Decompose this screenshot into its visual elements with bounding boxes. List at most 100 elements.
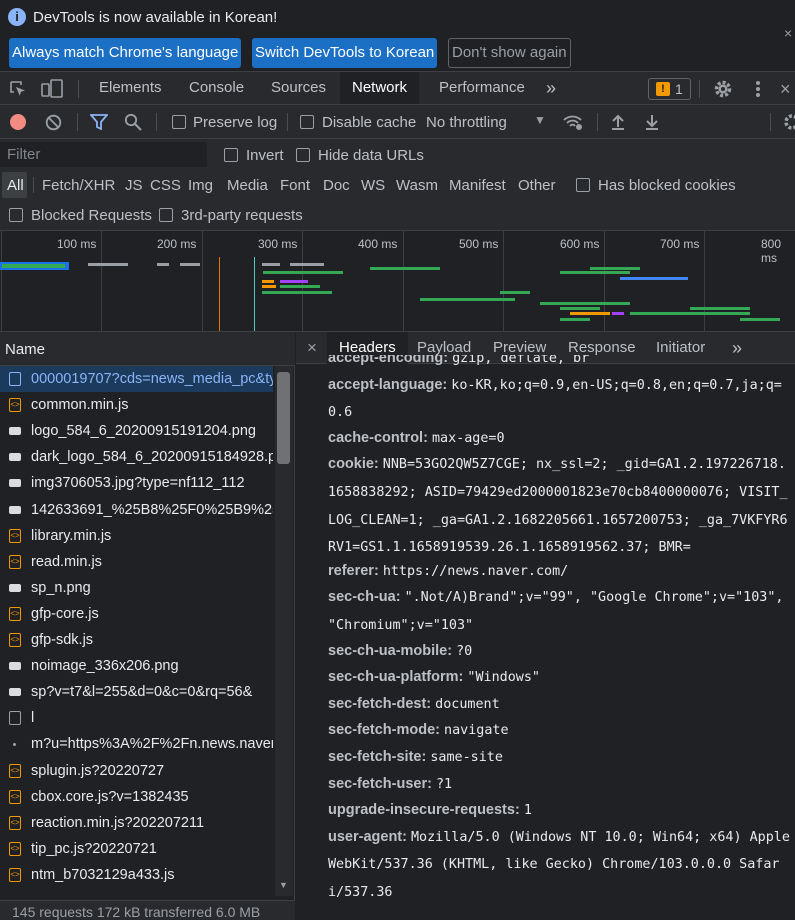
header-name: cookie: xyxy=(328,456,379,473)
request-row[interactable]: noimage_336x206.png xyxy=(0,653,273,679)
overview-bar xyxy=(630,312,750,315)
request-row[interactable]: <> library.min.js xyxy=(0,523,273,549)
tab-console[interactable]: Console xyxy=(189,72,244,104)
timeline-grid-line xyxy=(704,231,705,331)
blocked-requests-checkbox[interactable] xyxy=(9,208,23,222)
invert-checkbox[interactable] xyxy=(224,148,238,162)
script-file-icon: <> xyxy=(9,633,21,647)
tab-performance[interactable]: Performance xyxy=(439,72,525,104)
request-row[interactable]: dark_logo_584_6_20200915184928.png xyxy=(0,444,273,470)
header-entry: sec-ch-ua-platform: "Windows" xyxy=(328,664,790,692)
header-name: sec-ch-ua-mobile: xyxy=(328,642,453,659)
overview-bar xyxy=(180,263,200,266)
preserve-log-checkbox[interactable] xyxy=(172,115,186,129)
throttling-select[interactable]: No throttling xyxy=(426,114,507,131)
dont-show-again-button[interactable]: Don't show again xyxy=(448,38,571,68)
hide-data-urls-checkbox[interactable] xyxy=(296,148,310,162)
filter-type-fetch-xhr[interactable]: Fetch/XHR xyxy=(42,177,115,194)
request-row[interactable]: 0000019707?cds=news_media_pc&type xyxy=(0,366,273,392)
filter-input[interactable]: Filter xyxy=(0,142,207,167)
request-name: sp?v=t7&l=255&d=0&c=0&rq=56& xyxy=(31,684,253,701)
settings-gear-icon[interactable] xyxy=(713,79,733,99)
export-har-icon[interactable] xyxy=(644,113,660,131)
request-row[interactable]: 142633691_%25B8%25F0%25B9%25E xyxy=(0,497,273,523)
network-overview-timeline[interactable]: 100 ms 200 ms 300 ms 400 ms 500 ms 600 m… xyxy=(0,231,795,332)
status-bar: 145 requests 172 kB transferred 6.0 MB xyxy=(0,900,295,920)
request-row[interactable]: img3706053.jpg?type=nf112_112 xyxy=(0,470,273,496)
timeline-grid-line xyxy=(202,231,203,331)
request-row[interactable]: sp_n.png xyxy=(0,575,273,601)
script-file-icon: <> xyxy=(9,815,21,830)
filter-type-ws[interactable]: WS xyxy=(361,177,385,194)
timeline-grid-line xyxy=(503,231,504,331)
request-row[interactable]: m?u=https%3A%2F%2Fn.news.naver. xyxy=(0,731,273,757)
image-file-icon xyxy=(9,662,21,671)
close-devtools-icon[interactable]: × xyxy=(780,79,791,100)
script-file-icon: <> xyxy=(9,867,21,882)
request-row[interactable]: <> reaction.min.js?202207211 xyxy=(0,810,273,836)
request-name: read.min.js xyxy=(31,553,102,570)
always-match-language-button[interactable]: Always match Chrome's language xyxy=(9,38,242,68)
timeline-grid-line xyxy=(101,231,102,331)
search-icon[interactable] xyxy=(124,113,142,131)
import-har-icon[interactable] xyxy=(610,113,626,131)
header-value: "Windows" xyxy=(467,670,540,686)
status-summary: 145 requests 172 kB transferred 6.0 MB xyxy=(12,904,261,920)
header-name: sec-ch-ua: xyxy=(328,589,401,606)
tab-elements[interactable]: Elements xyxy=(99,72,162,104)
header-entry: accept-language: ko-KR,ko;q=0.9,en-US;q=… xyxy=(328,372,790,427)
issues-button[interactable]: ! 1 xyxy=(648,78,691,100)
header-entry: sec-fetch-mode: navigate xyxy=(328,717,790,745)
filter-type-css[interactable]: CSS xyxy=(150,177,181,194)
request-row[interactable]: <> ntm_b7032129a433.js xyxy=(0,862,273,888)
name-column-header[interactable]: Name xyxy=(0,332,295,366)
chevron-down-icon[interactable]: ▼ xyxy=(534,113,546,127)
switch-to-korean-button[interactable]: Switch DevTools to Korean xyxy=(252,38,438,68)
has-blocked-cookies-checkbox[interactable] xyxy=(576,178,590,192)
filter-type-media[interactable]: Media xyxy=(227,177,268,194)
disable-cache-checkbox[interactable] xyxy=(300,115,314,129)
close-icon[interactable]: × xyxy=(784,25,792,41)
request-row[interactable]: l xyxy=(0,705,273,731)
request-row[interactable]: <> gfp-sdk.js xyxy=(0,627,273,653)
third-party-requests-label: 3rd-party requests xyxy=(181,207,303,224)
script-file-icon: <> xyxy=(9,528,21,543)
record-icon[interactable] xyxy=(10,114,26,130)
timeline-tick: 800 ms xyxy=(761,237,782,265)
device-toolbar-icon[interactable] xyxy=(41,79,63,99)
filter-type-doc[interactable]: Doc xyxy=(323,177,350,194)
more-options-icon[interactable] xyxy=(754,80,762,98)
third-party-requests-checkbox[interactable] xyxy=(159,208,173,222)
request-row[interactable]: <> tip_pc.js?20220721 xyxy=(0,836,273,862)
filter-icon[interactable] xyxy=(90,114,108,130)
filter-type-other[interactable]: Other xyxy=(518,177,556,194)
request-name: 0000019707?cds=news_media_pc&type xyxy=(31,371,273,387)
filter-type-js[interactable]: JS xyxy=(125,177,143,194)
header-name: accept-encoding: xyxy=(328,355,449,366)
header-entry: sec-ch-ua-mobile: ?0 xyxy=(328,638,790,666)
request-row[interactable]: <> common.min.js xyxy=(0,392,273,418)
request-row[interactable]: <> splugin.js?20220727 xyxy=(0,758,273,784)
request-row[interactable]: <> gfp-core.js xyxy=(0,601,273,627)
scrollbar-thumb[interactable] xyxy=(277,372,290,464)
inspect-element-icon[interactable] xyxy=(9,80,27,98)
header-value: same-site xyxy=(430,750,503,765)
scroll-down-icon[interactable]: ▼ xyxy=(279,880,288,890)
filter-type-all[interactable]: All xyxy=(7,177,24,194)
network-settings-gear-icon[interactable] xyxy=(782,112,795,132)
tab-network[interactable]: Network xyxy=(340,72,420,104)
request-row[interactable]: sp?v=t7&l=255&d=0&c=0&rq=56& xyxy=(0,679,273,705)
filter-type-wasm[interactable]: Wasm xyxy=(396,177,438,194)
blocked-requests-label: Blocked Requests xyxy=(31,207,152,224)
request-row[interactable]: logo_584_6_20200915191204.png xyxy=(0,418,273,444)
filter-type-img[interactable]: Img xyxy=(188,177,213,194)
request-row[interactable]: <> read.min.js xyxy=(0,549,273,575)
more-tabs-icon[interactable]: » xyxy=(546,72,556,104)
network-conditions-icon[interactable] xyxy=(562,113,584,131)
clear-icon[interactable] xyxy=(45,114,62,131)
filter-type-font[interactable]: Font xyxy=(280,177,310,194)
request-row[interactable]: <> cbox.core.js?v=1382435 xyxy=(0,784,273,810)
tab-sources[interactable]: Sources xyxy=(271,72,326,104)
filter-type-manifest[interactable]: Manifest xyxy=(449,177,506,194)
overview-bar xyxy=(620,277,688,280)
